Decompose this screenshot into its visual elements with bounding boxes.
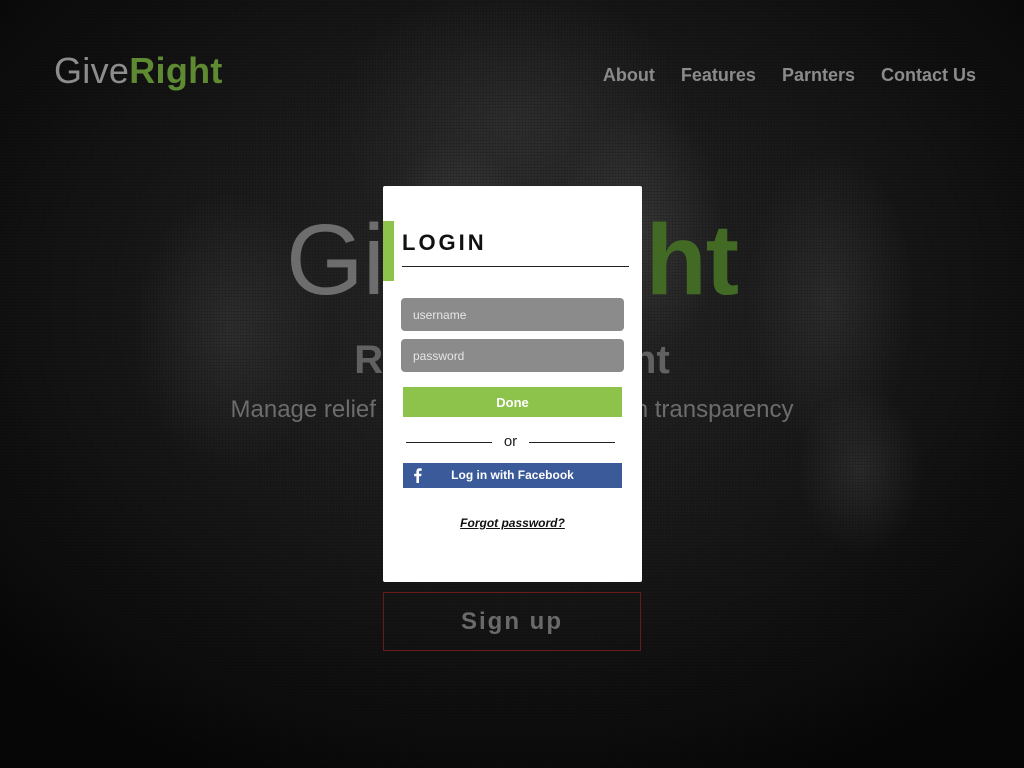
forgot-password-link[interactable]: Forgot password?: [383, 516, 642, 530]
or-text: or: [503, 433, 518, 450]
brand-logo[interactable]: GiveRight: [54, 50, 223, 92]
or-line-left: [406, 441, 492, 443]
facebook-login-label: Log in with Facebook: [451, 468, 574, 482]
username-input[interactable]: [401, 298, 624, 331]
or-line-right: [529, 441, 615, 443]
login-title-accent: [383, 221, 394, 281]
or-separator: or: [406, 433, 615, 451]
nav-link-features[interactable]: Features: [681, 64, 756, 86]
login-title: LOGIN: [402, 230, 487, 255]
nav-link-partners[interactable]: Parnters: [782, 64, 855, 86]
nav-link-contact[interactable]: Contact Us: [881, 64, 976, 86]
nav-link-about[interactable]: About: [603, 64, 655, 86]
login-title-divider: [402, 266, 629, 267]
brand-logo-give: Give: [54, 50, 130, 91]
main-nav: About Features Parnters Contact Us: [603, 64, 976, 86]
login-modal: LOGIN Done or Log in with Facebook Forgo…: [383, 186, 642, 582]
facebook-login-button[interactable]: Log in with Facebook: [403, 463, 622, 488]
signup-button[interactable]: Sign up: [383, 592, 641, 651]
brand-logo-right: Right: [129, 50, 223, 91]
password-input[interactable]: [401, 339, 624, 372]
done-button[interactable]: Done: [403, 387, 622, 417]
